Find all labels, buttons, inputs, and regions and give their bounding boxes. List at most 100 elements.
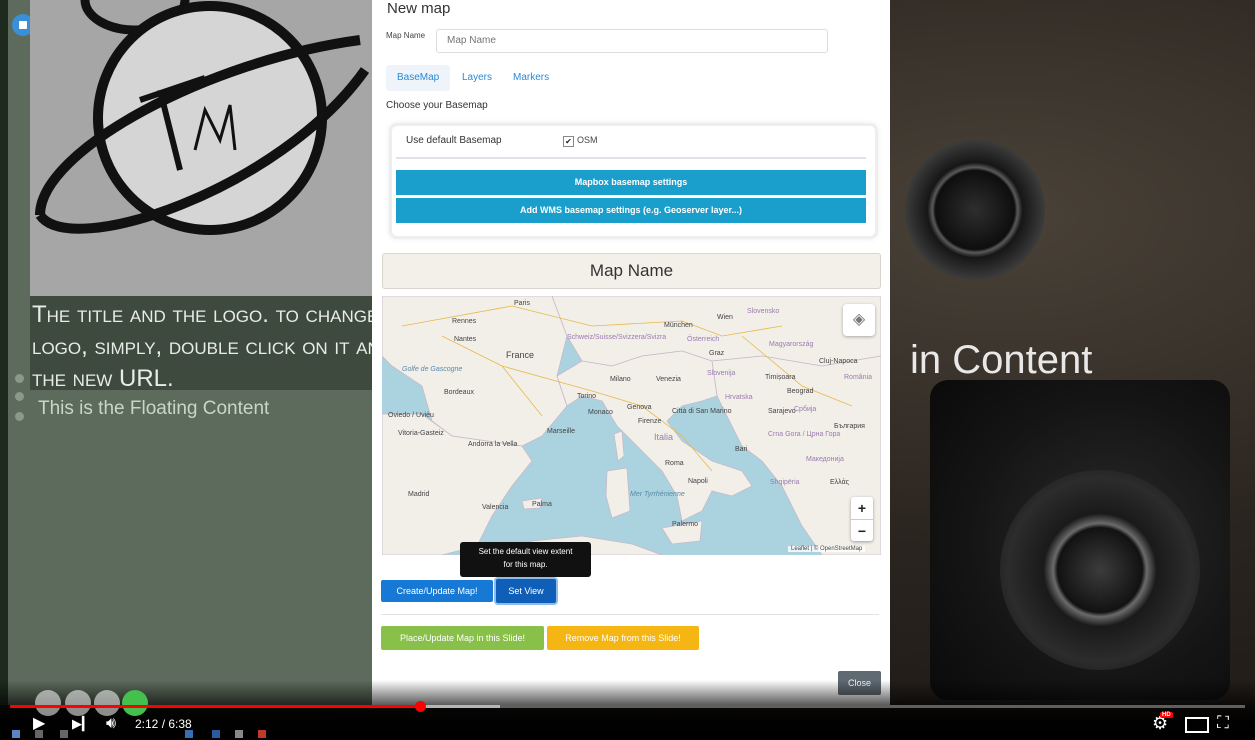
map-label: Ελλάς bbox=[830, 479, 849, 486]
tooltip-line: Set the default view extent bbox=[478, 547, 573, 556]
map-water-label: Golfe de Gascogne bbox=[402, 366, 463, 373]
fullscreen-icon[interactable]: ⛶ bbox=[1217, 713, 1229, 733]
tab-basemap[interactable]: BaseMap bbox=[386, 65, 451, 91]
map-label: Firenze bbox=[638, 418, 662, 425]
tab-markers[interactable]: Markers bbox=[502, 65, 560, 91]
map-label: Timișoara bbox=[765, 374, 796, 381]
leaflet-map[interactable]: Paris Rennes Nantes France Bordeaux Ovie… bbox=[382, 296, 881, 555]
editor-left-strip bbox=[0, 0, 8, 705]
set-view-button[interactable]: Set View bbox=[496, 579, 556, 603]
map-label: Vitoria-Gasteiz bbox=[398, 430, 444, 437]
map-label: Roma bbox=[665, 460, 684, 467]
progress-played bbox=[10, 705, 420, 708]
choose-basemap-label: Choose your Basemap bbox=[386, 100, 488, 111]
map-label: Genova bbox=[627, 404, 652, 411]
map-label: Andorra la Vella bbox=[468, 441, 518, 448]
map-title-bar[interactable]: Map Name bbox=[382, 253, 881, 289]
zoom-in-button[interactable]: + bbox=[851, 497, 873, 519]
map-label: Македонија bbox=[806, 456, 844, 463]
tab-layers[interactable]: Layers bbox=[451, 65, 503, 91]
map-label: Cluj-Napoca bbox=[819, 358, 858, 365]
tool-close-icon[interactable] bbox=[65, 690, 91, 716]
slide-title-band[interactable]: The title and the logo. to change logo, … bbox=[30, 296, 380, 392]
map-label: Palermo bbox=[672, 521, 699, 528]
progress-loaded bbox=[420, 705, 500, 708]
map-label: Beograd bbox=[787, 388, 814, 395]
mapbox-settings-button[interactable]: Mapbox basemap settings bbox=[396, 170, 866, 195]
create-update-map-button[interactable]: Create/Update Map! bbox=[381, 580, 493, 602]
slide-logo[interactable] bbox=[30, 0, 375, 296]
map-label: Oviedo / Uviéu bbox=[388, 412, 434, 419]
resize-handle-icon[interactable] bbox=[15, 392, 24, 401]
map-label: Србија bbox=[794, 406, 817, 413]
floating-content-text[interactable]: This is the Floating Content bbox=[38, 398, 269, 420]
tool-pause-icon[interactable] bbox=[94, 690, 120, 716]
main-content-text[interactable]: in Content bbox=[910, 338, 1092, 383]
map-label: Napoli bbox=[688, 478, 708, 485]
modal-title: New map bbox=[387, 0, 451, 17]
map-label: Venezia bbox=[656, 376, 681, 383]
map-label: München bbox=[664, 322, 693, 329]
taskbar-app-icon[interactable] bbox=[60, 730, 68, 738]
use-default-basemap-label: Use default Basemap bbox=[406, 135, 502, 146]
remove-map-button[interactable]: Remove Map from this Slide! bbox=[547, 626, 699, 650]
map-label: Palma bbox=[532, 501, 552, 508]
card-divider bbox=[396, 157, 866, 159]
map-label: Monaco bbox=[588, 409, 613, 416]
map-label: Bordeaux bbox=[444, 389, 474, 396]
map-label: Rennes bbox=[452, 318, 477, 325]
map-label: Sarajevo bbox=[768, 408, 796, 415]
map-label: Schweiz/Suisse/Svizzera/Svizra bbox=[567, 334, 667, 341]
slide-caption-line-3: the new URL. bbox=[32, 365, 174, 392]
taskbar-app-icon[interactable] bbox=[212, 730, 220, 738]
map-label: Torino bbox=[577, 393, 597, 400]
time-display: 2:12 / 6:38 bbox=[135, 717, 192, 731]
map-label: Madrid bbox=[408, 491, 430, 498]
next-icon[interactable]: ▶▎ bbox=[72, 714, 92, 734]
taskbar-windows-icon[interactable] bbox=[12, 730, 20, 738]
map-attribution[interactable]: Leaflet | © OpenStreetMap bbox=[788, 546, 866, 552]
resize-handle-icon[interactable] bbox=[15, 374, 24, 383]
slide-caption-line-1: The title and the logo. to change bbox=[32, 301, 379, 328]
modal-divider bbox=[381, 614, 879, 615]
map-layers-button[interactable]: ◈ bbox=[843, 304, 875, 336]
map-name-field[interactable] bbox=[436, 29, 828, 53]
map-label: Slovensko bbox=[747, 308, 780, 315]
osm-label: OSM bbox=[577, 135, 598, 145]
tool-check-icon[interactable] bbox=[122, 690, 148, 716]
slide-caption-line-2: logo, simply, double click on it an bbox=[32, 333, 380, 360]
tool-circle-icon[interactable] bbox=[35, 690, 61, 716]
camera-lens-decoration bbox=[905, 140, 1045, 280]
progress-scrubber-handle[interactable] bbox=[415, 701, 426, 712]
map-label: Marseille bbox=[547, 428, 576, 435]
map-name-input[interactable] bbox=[437, 30, 827, 51]
map-zoom-control: + − bbox=[851, 497, 873, 541]
theater-mode-icon[interactable] bbox=[1185, 717, 1209, 733]
taskbar-app-icon[interactable] bbox=[258, 730, 266, 738]
set-view-tooltip: Set the default view extent for this map… bbox=[460, 542, 591, 577]
wms-settings-button[interactable]: Add WMS basemap settings (e.g. Geoserver… bbox=[396, 198, 866, 223]
volume-icon[interactable]: 🔊︎ bbox=[106, 714, 116, 734]
map-label: Paris bbox=[514, 300, 530, 307]
layers-icon: ◈ bbox=[852, 311, 866, 328]
taskbar-app-icon[interactable] bbox=[35, 730, 43, 738]
osm-checkbox[interactable]: ✔ bbox=[563, 136, 574, 147]
map-label: Magyarország bbox=[769, 341, 814, 348]
hd-badge: HD bbox=[1160, 712, 1173, 718]
map-label: Slovenija bbox=[707, 370, 736, 377]
map-label: România bbox=[844, 374, 873, 381]
map-label: Milano bbox=[610, 376, 631, 383]
taskbar-app-icon[interactable] bbox=[185, 730, 193, 738]
map-label: Crna Gora / Црна Гора bbox=[768, 431, 841, 438]
zoom-out-button[interactable]: − bbox=[851, 519, 873, 542]
map-label: Bari bbox=[735, 446, 748, 453]
map-water-label: Mer Tyrrhénienne bbox=[630, 491, 685, 498]
camera-lens-decoration bbox=[1000, 470, 1200, 670]
map-label: Valencia bbox=[482, 504, 509, 511]
place-map-button[interactable]: Place/Update Map in this Slide! bbox=[381, 626, 544, 650]
map-label: Österreich bbox=[687, 336, 720, 343]
map-label: Città di San Marino bbox=[672, 408, 732, 415]
map-label: Wien bbox=[717, 314, 733, 321]
taskbar-app-icon[interactable] bbox=[235, 730, 243, 738]
resize-handle-icon[interactable] bbox=[15, 412, 24, 421]
